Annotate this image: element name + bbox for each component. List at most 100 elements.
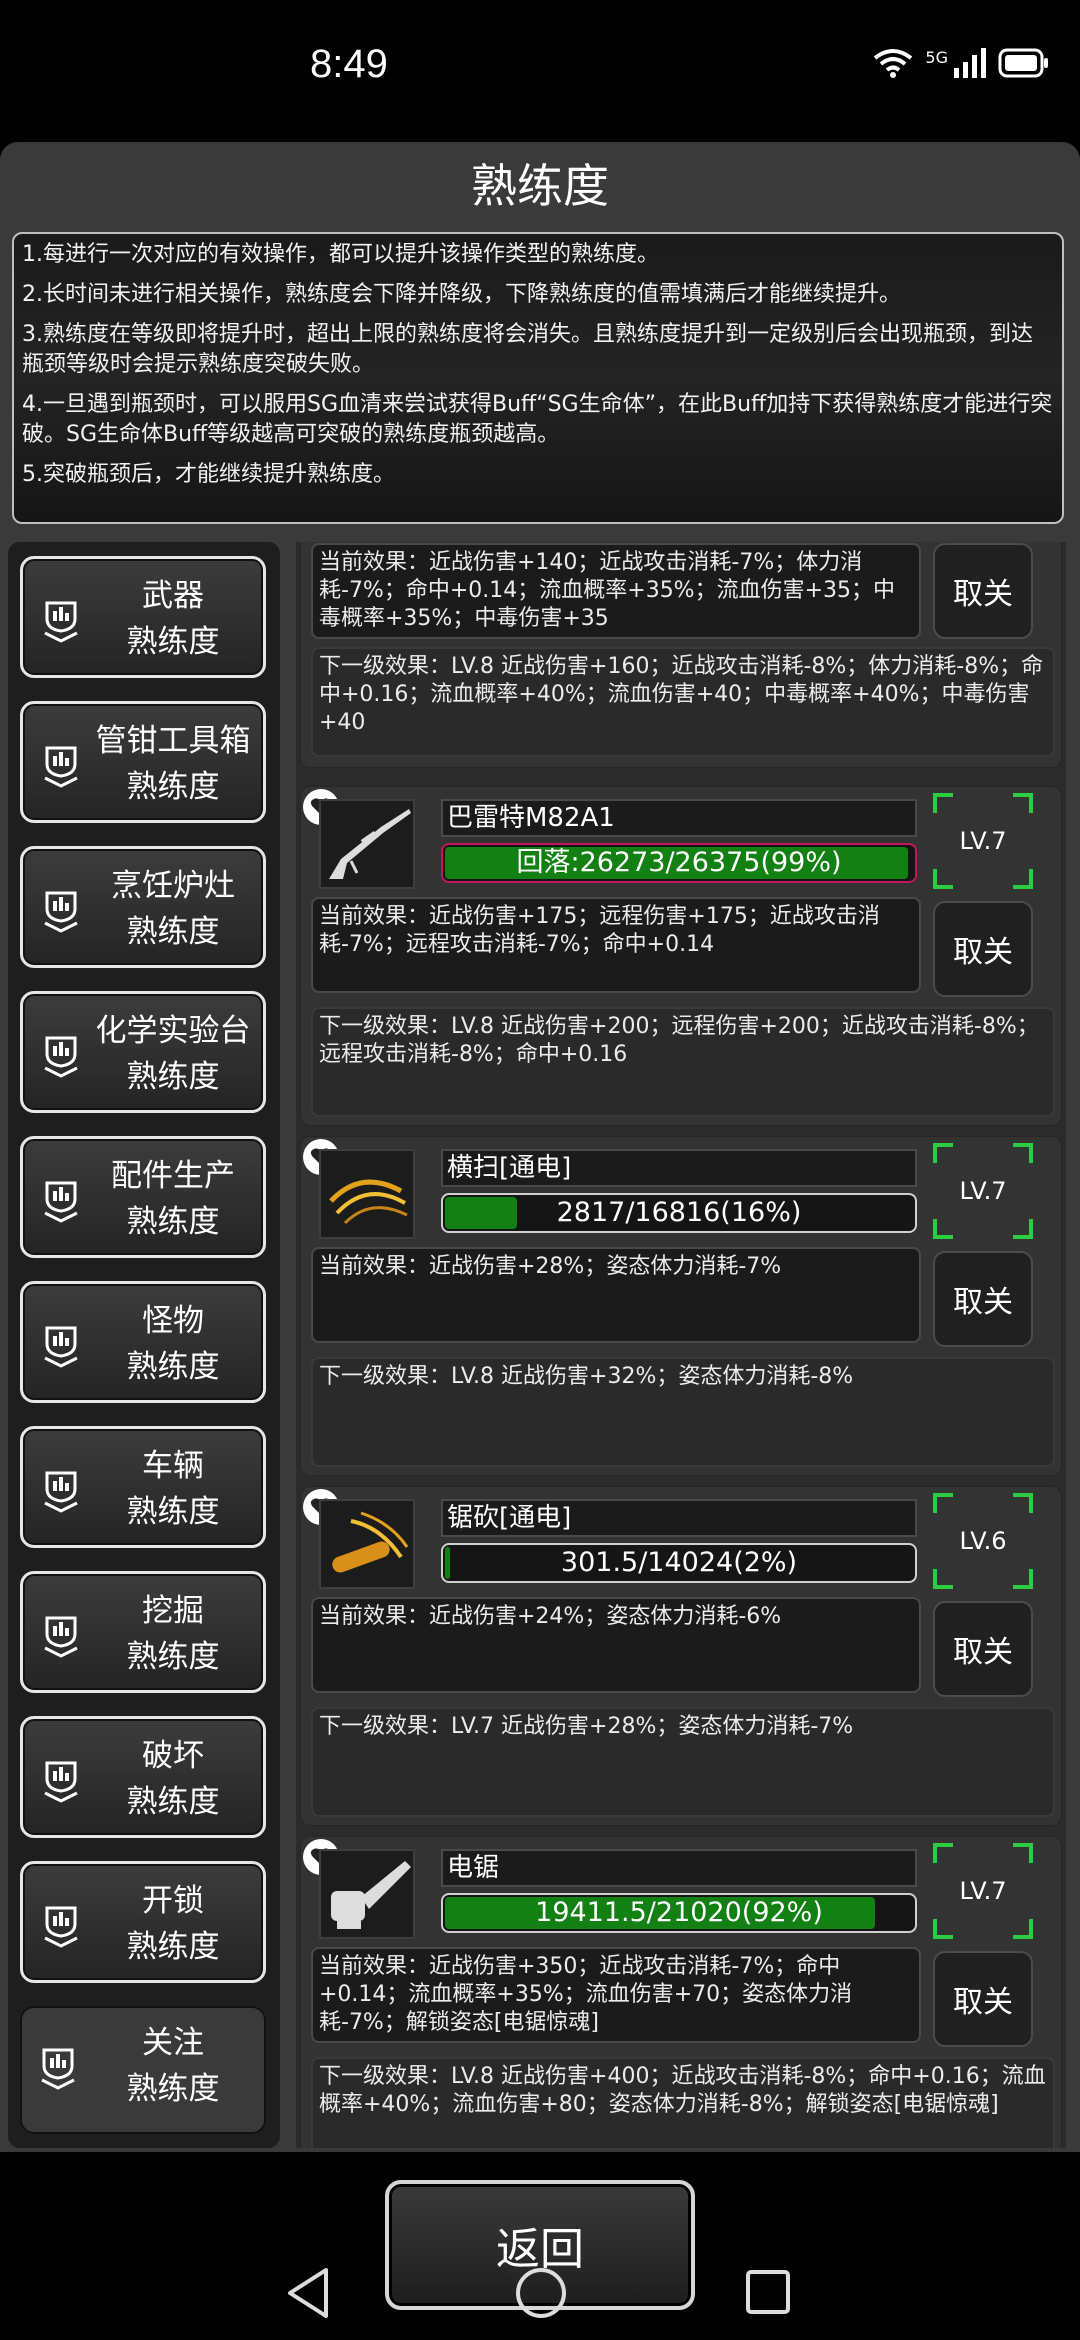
rule-text: 2.长时间未进行相关操作，熟练度会下降并降级，下降熟练度的值需填满后才能继续提升… bbox=[22, 282, 901, 307]
menu-item-subtitle: 熟练度 bbox=[126, 769, 220, 805]
item-name: 巴雷特M82A1 bbox=[441, 799, 917, 837]
proficiency-list: 当前效果：近战伤害+140；近战攻击消耗-7%；体力消耗-7%；命中+0.14；… bbox=[296, 542, 1066, 2148]
status-icons: 5G bbox=[873, 48, 1050, 78]
menu-item-label: 破坏 熟练度 bbox=[87, 1733, 259, 1825]
trophy-icon bbox=[44, 1616, 78, 1658]
menu-item-subtitle: 熟练度 bbox=[126, 914, 220, 950]
level-badge: LV.6 bbox=[933, 1493, 1033, 1589]
menu-item-subtitle: 熟练度 bbox=[126, 2071, 220, 2107]
menu-item-label: 烹饪炉灶 熟练度 bbox=[87, 863, 259, 955]
item-name: 电锯 bbox=[441, 1849, 917, 1887]
trophy-icon bbox=[44, 1181, 78, 1223]
level-text: LV.7 bbox=[959, 1177, 1007, 1205]
menu-item-3[interactable]: 化学实验台 熟练度 bbox=[20, 991, 266, 1113]
unfollow-button[interactable]: 取关 bbox=[933, 901, 1033, 997]
menu-item-label: 挖掘 熟练度 bbox=[87, 1588, 259, 1680]
menu-item-label: 配件生产 熟练度 bbox=[87, 1153, 259, 1245]
menu-item-1[interactable]: 管钳工具箱 熟练度 bbox=[20, 701, 266, 823]
next-effect: 下一级效果：LV.7 近战伤害+28%；姿态体力消耗-7% bbox=[311, 1707, 1055, 1817]
proficiency-card: 锯砍[通电] 301.5/14024(2%) LV.6 当前效果：近战伤害+24%；姿… bbox=[300, 1486, 1062, 1826]
back-nav-icon[interactable] bbox=[284, 2266, 332, 2320]
next-effect: 下一级效果：LV.8 近战伤害+32%；姿态体力消耗-8% bbox=[311, 1357, 1055, 1467]
item-name: 横扫[通电] bbox=[441, 1149, 917, 1187]
current-effect: 当前效果：近战伤害+350；近战攻击消耗-7%；命中+0.14；流血概率+35%… bbox=[311, 1947, 921, 2043]
rule-text: 3.熟练度在等级即将提升时，超出上限的熟练度将会消失。且熟练度提升到一定级别后会… bbox=[22, 322, 1033, 377]
current-effect: 当前效果：近战伤害+140；近战攻击消耗-7%；体力消耗-7%；命中+0.14；… bbox=[311, 543, 921, 639]
menu-item-title: 烹饪炉灶 bbox=[111, 868, 235, 904]
level-badge: LV.7 bbox=[933, 793, 1033, 889]
menu-item-title: 配件生产 bbox=[111, 1158, 235, 1194]
menu-item-label: 怪物 熟练度 bbox=[87, 1298, 259, 1390]
unfollow-button[interactable]: 取关 bbox=[933, 543, 1033, 639]
unfollow-button[interactable]: 取关 bbox=[933, 1951, 1033, 2047]
next-effect-text: 下一级效果：LV.8 近战伤害+400；近战攻击消耗-8%；命中+0.16；流血… bbox=[319, 2064, 1046, 2117]
menu-item-0[interactable]: 武器 熟练度 bbox=[20, 556, 266, 678]
wifi-icon bbox=[874, 49, 913, 78]
home-nav-icon[interactable] bbox=[514, 2266, 568, 2320]
level-text: LV.7 bbox=[959, 1877, 1007, 1905]
recents-nav-icon[interactable] bbox=[744, 2268, 792, 2316]
level-text: LV.7 bbox=[959, 827, 1007, 855]
menu-item-2[interactable]: 烹饪炉灶 熟练度 bbox=[20, 846, 266, 968]
proficiency-card: 当前效果：近战伤害+140；近战攻击消耗-7%；体力消耗-7%；命中+0.14；… bbox=[300, 542, 1062, 768]
sniper-rifle-icon bbox=[329, 809, 411, 879]
status-bar: 8:49 5G bbox=[0, 0, 1080, 140]
next-effect: 下一级效果：LV.8 近战伤害+160；近战攻击消耗-8%；体力消耗-8%；命中… bbox=[311, 647, 1055, 757]
menu-item-label: 关注 熟练度 bbox=[84, 2020, 262, 2112]
menu-item-label: 车辆 熟练度 bbox=[87, 1443, 259, 1535]
next-effect-text: 下一级效果：LV.7 近战伤害+28%；姿态体力消耗-7% bbox=[319, 1714, 854, 1739]
current-effect-text: 当前效果：近战伤害+24%；姿态体力消耗-6% bbox=[319, 1604, 782, 1629]
menu-item-6[interactable]: 车辆 熟练度 bbox=[20, 1426, 266, 1548]
weapon-thumbnail bbox=[319, 1499, 415, 1589]
current-effect: 当前效果：近战伤害+28%；姿态体力消耗-7% bbox=[311, 1247, 921, 1343]
menu-item-8[interactable]: 破坏 熟练度 bbox=[20, 1716, 266, 1838]
menu-item-title: 挖掘 bbox=[142, 1593, 204, 1629]
trophy-icon bbox=[44, 1036, 78, 1078]
proficiency-card: 横扫[通电] 2817/16816(16%) LV.7 当前效果：近战伤害+28%；姿… bbox=[300, 1136, 1062, 1476]
unfollow-button[interactable]: 取关 bbox=[933, 1251, 1033, 1347]
progress-text: 2817/16816(16%) bbox=[556, 1197, 802, 1228]
menu-item-label: 化学实验台 熟练度 bbox=[87, 1008, 259, 1100]
menu-item-5[interactable]: 怪物 熟练度 bbox=[20, 1281, 266, 1403]
menu-item-title: 管钳工具箱 bbox=[95, 723, 251, 759]
menu-item-9[interactable]: 开锁 熟练度 bbox=[20, 1861, 266, 1983]
current-effect-text: 当前效果：近战伤害+350；近战攻击消耗-7%；命中+0.14；流血概率+35%… bbox=[319, 1954, 853, 2035]
menu-item-subtitle: 熟练度 bbox=[126, 1929, 220, 1965]
next-effect: 下一级效果：LV.8 近战伤害+400；近战攻击消耗-8%；命中+0.16；流血… bbox=[311, 2057, 1055, 2148]
menu-item-7[interactable]: 挖掘 熟练度 bbox=[20, 1571, 266, 1693]
current-effect-text: 当前效果：近战伤害+140；近战攻击消耗-7%；体力消耗-7%；命中+0.14；… bbox=[319, 550, 896, 631]
battery-icon bbox=[998, 48, 1048, 78]
menu-item-title: 破坏 bbox=[142, 1738, 204, 1774]
current-effect-text: 当前效果：近战伤害+28%；姿态体力消耗-7% bbox=[319, 1254, 782, 1279]
chainsaw-icon bbox=[331, 1861, 411, 1929]
menu-item-label: 管钳工具箱 熟练度 bbox=[87, 718, 259, 810]
rules-box: 1.每进行一次对应的有效操作，都可以提升该操作类型的熟练度。 2.长时间未进行相… bbox=[12, 232, 1064, 524]
saw-slash-icon bbox=[332, 1511, 409, 1573]
unfollow-button[interactable]: 取关 bbox=[933, 1601, 1033, 1697]
network-label: 5G bbox=[925, 48, 948, 67]
menu-item-4[interactable]: 配件生产 熟练度 bbox=[20, 1136, 266, 1258]
next-effect-text: 下一级效果：LV.8 近战伤害+200；远程伤害+200；近战攻击消耗-8%；远… bbox=[319, 1014, 1039, 1067]
trophy-icon bbox=[44, 601, 78, 643]
progress-bar: 301.5/14024(2%) bbox=[441, 1543, 917, 1583]
menu-item-label: 开锁 熟练度 bbox=[87, 1878, 259, 1970]
progress-bar: 回落:26273/26375(99%) bbox=[441, 843, 917, 883]
proficiency-card: 电锯 19411.5/21020(92%) LV.7 当前效果：近战伤害+350；近战… bbox=[300, 1836, 1062, 2148]
trophy-icon bbox=[44, 1326, 78, 1368]
progress-text: 19411.5/21020(92%) bbox=[535, 1897, 823, 1928]
rule-text: 4.一旦遇到瓶颈时，可以服用SG血清来尝试获得Buff“SG生命体”，在此Buf… bbox=[22, 392, 1053, 447]
next-effect-text: 下一级效果：LV.8 近战伤害+160；近战攻击消耗-8%；体力消耗-8%；命中… bbox=[319, 654, 1044, 735]
menu-item-title: 车辆 bbox=[142, 1448, 204, 1484]
menu-item-title: 武器 bbox=[142, 578, 204, 614]
trophy-icon bbox=[44, 1471, 78, 1513]
menu-item-title: 怪物 bbox=[142, 1303, 204, 1339]
signal-icon bbox=[954, 48, 986, 78]
menu-item-10[interactable]: 关注 熟练度 bbox=[20, 2006, 266, 2134]
menu-item-subtitle: 熟练度 bbox=[126, 1059, 220, 1095]
rule-text: 1.每进行一次对应的有效操作，都可以提升该操作类型的熟练度。 bbox=[22, 242, 659, 267]
weapon-thumbnail bbox=[319, 1849, 415, 1939]
menu-item-title: 开锁 bbox=[142, 1883, 204, 1919]
level-badge: LV.7 bbox=[933, 1843, 1033, 1939]
rule-text: 5.突破瓶颈后，才能继续提升熟练度。 bbox=[22, 462, 395, 487]
menu-item-subtitle: 熟练度 bbox=[126, 1494, 220, 1530]
